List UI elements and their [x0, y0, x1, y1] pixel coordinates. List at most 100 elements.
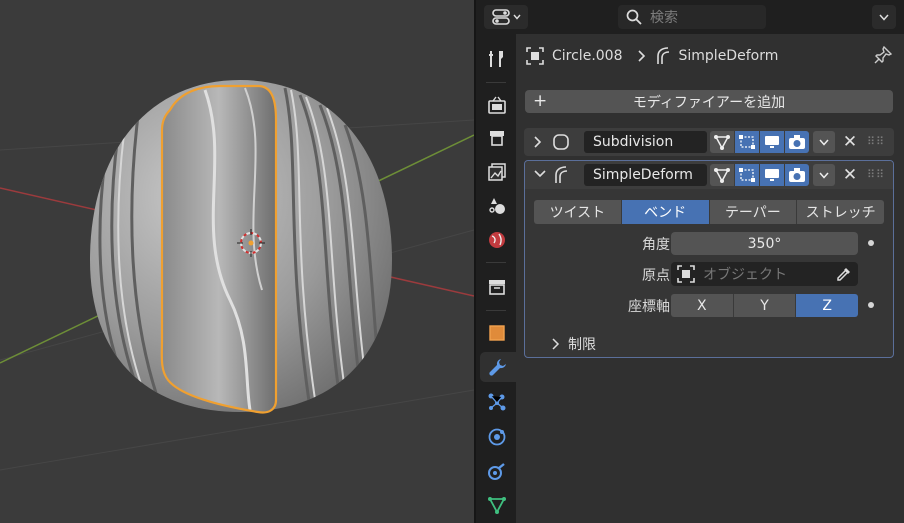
axis-label: 座標軸 [628, 299, 670, 315]
view-layer-icon [488, 163, 506, 181]
chevron-down-icon [819, 172, 829, 179]
drag-handle-icon[interactable]: ⠿⠿ [867, 135, 885, 148]
cage-icon [739, 168, 755, 182]
tab-constraints[interactable] [482, 456, 512, 486]
chevron-right-icon [552, 338, 560, 350]
tab-scene[interactable] [482, 191, 512, 221]
properties-tabs [476, 34, 516, 523]
properties-editor: 検索 Circle.008 SimpleDeform + モディファイアーを追加… [476, 0, 904, 523]
edit-mode-icon [714, 168, 730, 183]
modifier-simpledeform[interactable]: SimpleDeform ✕ ⠿⠿ [525, 161, 893, 189]
tab-collection[interactable] [482, 272, 512, 302]
origin-label: 原点 [642, 268, 670, 284]
mode-stretch-button[interactable]: ストレッチ [797, 200, 884, 224]
tab-tool[interactable] [482, 44, 512, 74]
tab-physics[interactable] [482, 422, 512, 452]
search-icon [626, 9, 642, 25]
tab-output[interactable] [482, 123, 512, 153]
drag-handle-icon[interactable]: ⠿⠿ [867, 168, 885, 181]
deform-mode-selector: ツイスト ベンド テーパー ストレッチ [534, 200, 884, 224]
modifier-menu-dropdown[interactable] [813, 164, 835, 186]
chevron-down-icon [512, 14, 521, 20]
modifier-panel: Circle.008 SimpleDeform + モディファイアーを追加 Su… [516, 34, 904, 523]
object-icon [677, 265, 695, 283]
camera-icon [789, 168, 805, 182]
keyframe-dot-icon[interactable] [868, 240, 874, 246]
edit-mode-toggle[interactable] [710, 164, 734, 186]
subdivision-icon [553, 134, 569, 150]
modifier-subdivision[interactable]: Subdivision ✕ ⠿⠿ [524, 128, 894, 156]
modifier-name-field[interactable]: Subdivision [584, 131, 707, 153]
limits-subpanel-header[interactable]: 制限 [552, 334, 596, 354]
viewport-scene[interactable] [0, 0, 474, 523]
search-field[interactable]: 検索 [618, 5, 766, 29]
edit-mode-toggle[interactable] [710, 131, 734, 153]
mode-taper-button[interactable]: テーパー [709, 200, 798, 224]
cage-icon [739, 135, 755, 149]
output-icon [490, 131, 504, 146]
scene-icon [489, 198, 505, 214]
remove-modifier-icon[interactable]: ✕ [842, 165, 858, 185]
viewport-toggle[interactable] [760, 131, 784, 153]
mesh-data-icon [488, 497, 506, 514]
pin-icon[interactable] [874, 46, 892, 64]
wrench-icon [489, 359, 506, 376]
viewport-toggle[interactable] [760, 164, 784, 186]
collection-icon [489, 280, 505, 295]
axis-z-button[interactable]: Z [796, 294, 859, 317]
cage-toggle[interactable] [735, 131, 759, 153]
chevron-right-icon [637, 50, 645, 62]
tab-object[interactable] [482, 318, 512, 348]
particles-icon [488, 393, 506, 411]
render-icon [488, 96, 506, 114]
tab-data[interactable] [482, 490, 512, 520]
monitor-icon [765, 169, 779, 181]
camera-icon [789, 135, 805, 149]
properties-editor-icon [491, 9, 510, 25]
breadcrumb-object: Circle.008 [552, 48, 623, 64]
axis-x-button[interactable]: X [671, 294, 734, 317]
limits-label: 制限 [568, 337, 596, 353]
chevron-down-icon [879, 14, 889, 21]
chevron-down-icon [819, 139, 829, 146]
add-modifier-button[interactable]: + モディファイアーを追加 [525, 90, 893, 113]
edit-mode-icon [714, 135, 730, 150]
object-icon [489, 325, 505, 341]
simple-deform-icon [656, 47, 669, 64]
options-dropdown-button[interactable] [872, 5, 896, 29]
world-icon [489, 232, 505, 248]
tab-world[interactable] [482, 225, 512, 255]
3d-viewport[interactable] [0, 0, 474, 523]
mode-bend-button[interactable]: ベンド [621, 200, 710, 224]
tab-view-layer[interactable] [482, 157, 512, 187]
cage-toggle[interactable] [735, 164, 759, 186]
angle-label: 角度 [642, 237, 670, 253]
breadcrumb: Circle.008 SimpleDeform [526, 44, 778, 68]
tab-render[interactable] [482, 90, 512, 120]
search-placeholder: 検索 [650, 10, 678, 26]
mode-twist-button[interactable]: ツイスト [534, 200, 622, 224]
plus-icon: + [533, 91, 548, 111]
constraints-icon [488, 463, 505, 480]
render-toggle[interactable] [785, 131, 809, 153]
modifier-menu-dropdown[interactable] [813, 131, 835, 153]
properties-header: 検索 [476, 0, 904, 34]
expand-chevron-down-icon[interactable] [534, 170, 546, 178]
origin-object-field[interactable]: オブジェクト [671, 262, 858, 286]
keyframe-dot-icon[interactable] [868, 302, 874, 308]
expand-chevron-right-icon[interactable] [534, 136, 542, 148]
modifier-simpledeform-box [524, 160, 894, 358]
modifier-name-field[interactable]: SimpleDeform [584, 164, 707, 186]
angle-field[interactable]: 350° [671, 232, 858, 255]
object-icon [526, 47, 544, 65]
render-toggle[interactable] [785, 164, 809, 186]
editor-type-button[interactable] [484, 5, 528, 29]
eyedropper-icon[interactable] [836, 266, 852, 282]
remove-modifier-icon[interactable]: ✕ [842, 132, 858, 152]
tab-modifiers[interactable] [480, 352, 516, 382]
axis-y-button[interactable]: Y [733, 294, 797, 317]
tab-particles[interactable] [482, 387, 512, 417]
simple-deform-icon [555, 166, 568, 183]
monitor-icon [765, 136, 779, 148]
physics-icon [488, 428, 506, 446]
